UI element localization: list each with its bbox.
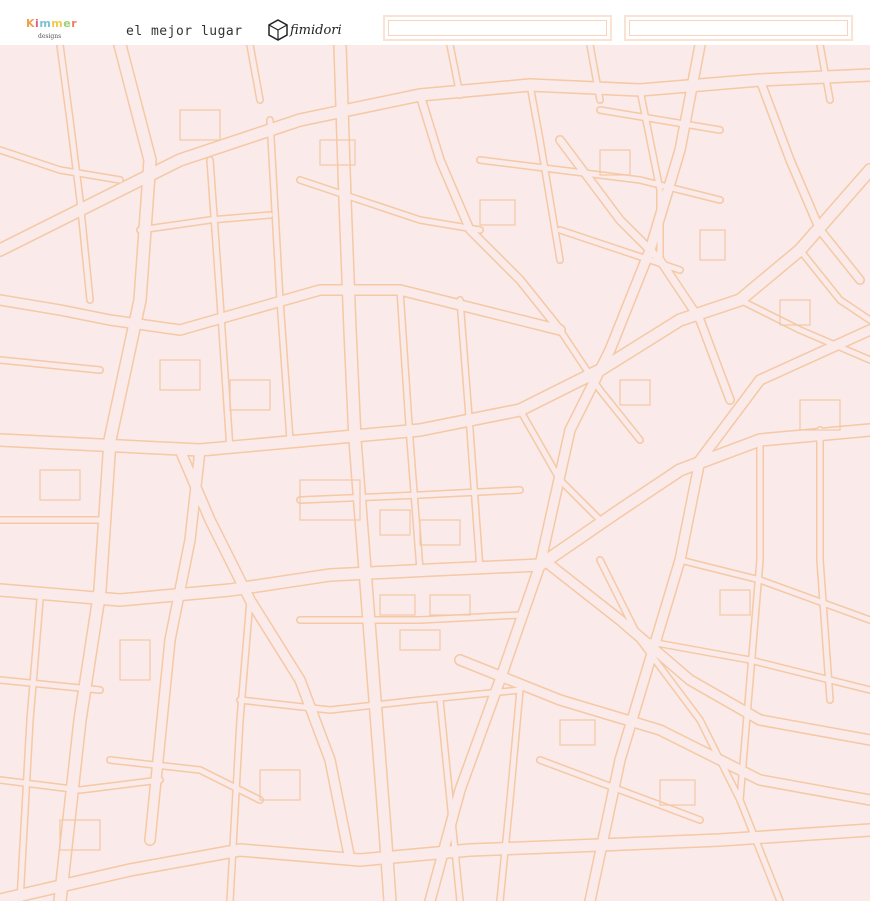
city-map: [0, 45, 870, 901]
label-box-2: [624, 15, 853, 41]
brand-logo-subtext: designs: [38, 33, 62, 40]
label-box-1: [383, 15, 612, 41]
map-svg: [0, 45, 870, 901]
brand2-logo: fimidori: [268, 18, 342, 42]
brand-logo-text: Kimmer: [26, 17, 78, 30]
brand2-name: fimidori: [290, 22, 342, 38]
header-bar: Kimmer designs el mejor lugar fimidori: [0, 0, 870, 45]
brand-logo: Kimmer designs: [24, 14, 78, 44]
hexagon-cube-icon: [268, 19, 288, 41]
collection-title: el mejor lugar: [126, 24, 243, 39]
